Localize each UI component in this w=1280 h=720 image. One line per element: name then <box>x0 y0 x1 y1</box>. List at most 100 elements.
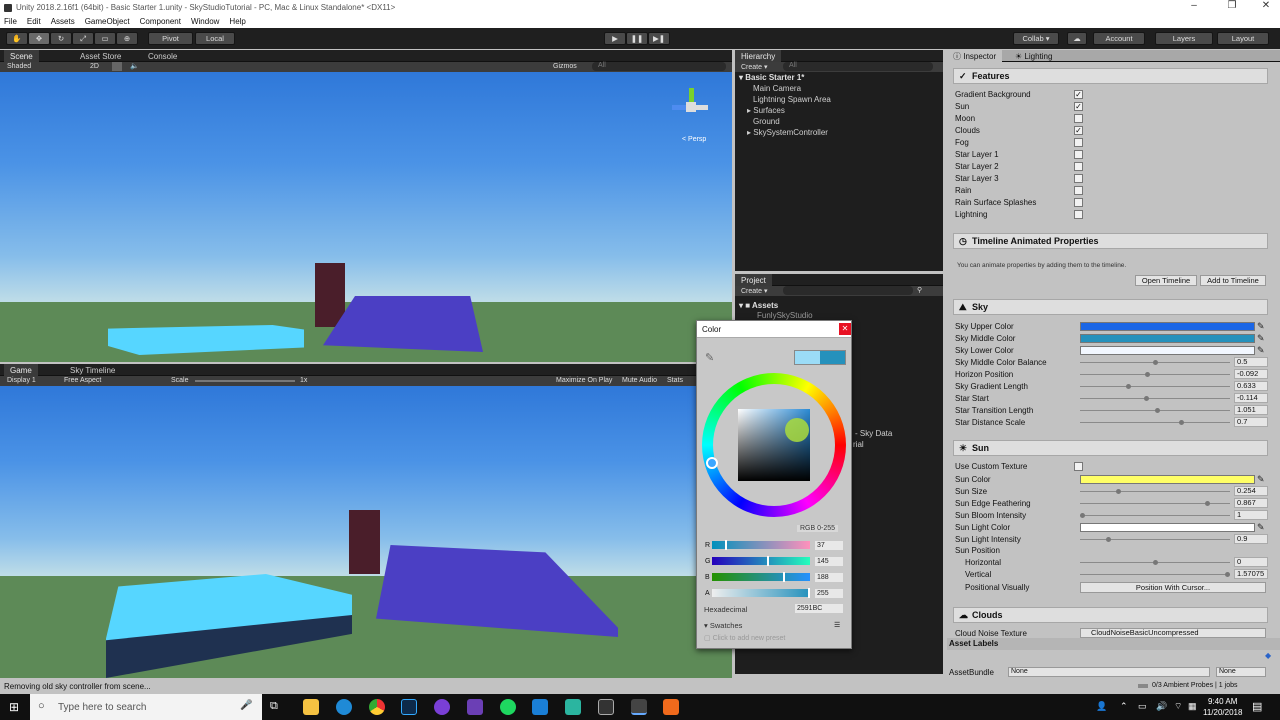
property-value[interactable]: 0.5 <box>1234 357 1268 367</box>
cloud-noise-field[interactable]: CloudNoiseBasicUncompressed <box>1080 628 1266 638</box>
project-item-partial[interactable]: - Sky Data <box>855 429 892 438</box>
menu-component[interactable]: Component <box>140 17 181 26</box>
tab-asset-store[interactable]: Asset Store <box>74 50 127 62</box>
sv-handle[interactable] <box>785 418 809 442</box>
channel-b-slider[interactable] <box>712 572 810 582</box>
menu-window[interactable]: Window <box>191 17 219 26</box>
features-section-header[interactable]: ✓ Features <box>953 68 1268 84</box>
property-slider[interactable] <box>1080 384 1230 389</box>
maximize-on-play-toggle[interactable]: Maximize On Play <box>556 377 612 384</box>
lighting-toggle-icon[interactable] <box>112 62 122 71</box>
scene-search-input[interactable]: All <box>592 62 726 71</box>
project-item-partial[interactable]: rial <box>853 440 864 449</box>
property-value[interactable]: 0.254 <box>1234 486 1268 496</box>
tab-sky-timeline[interactable]: Sky Timeline <box>64 364 121 376</box>
asset-variant-dropdown[interactable]: None <box>1216 667 1266 677</box>
filter-icon[interactable]: ⚲ <box>917 286 922 294</box>
slider-knob[interactable] <box>1225 572 1230 577</box>
property-value[interactable]: 1 <box>1234 510 1268 520</box>
tab-console[interactable]: Console <box>142 50 183 62</box>
visual-studio-icon[interactable] <box>467 699 483 715</box>
position-with-cursor-button[interactable]: Position With Cursor... <box>1080 582 1266 593</box>
slider-knob[interactable] <box>1152 560 1158 565</box>
project-create-dropdown[interactable]: Create ▾ <box>741 287 767 295</box>
project-assets-folder[interactable]: ▾ ■ Assets <box>739 301 778 310</box>
channel-g-value[interactable]: 145 <box>815 557 843 566</box>
scene-view-sky[interactable] <box>0 72 732 302</box>
rotate-tool-icon[interactable]: ↻ <box>50 32 72 45</box>
menu-gameobject[interactable]: GameObject <box>85 17 130 26</box>
microphone-icon[interactable]: 🎤 <box>240 700 252 711</box>
move-tool-icon[interactable]: ✥ <box>28 32 50 45</box>
slider-knob[interactable] <box>1178 420 1184 425</box>
tab-hierarchy[interactable]: Hierarchy <box>735 50 782 62</box>
slider-knob[interactable] <box>1080 513 1085 518</box>
notification-icon[interactable]: ▤ <box>1252 700 1262 713</box>
menu-file[interactable]: File <box>4 17 17 26</box>
eyedropper-icon[interactable]: ✎ <box>705 351 714 364</box>
use-custom-texture-checkbox[interactable] <box>1074 462 1083 471</box>
property-slider[interactable] <box>1080 420 1230 425</box>
hierarchy-item[interactable]: Lightning Spawn Area <box>753 95 831 104</box>
slider-knob[interactable] <box>1152 360 1158 365</box>
asset-bundle-dropdown[interactable]: None <box>1008 667 1210 677</box>
color-picker-close-icon[interactable]: ✕ <box>839 323 851 335</box>
tag-icon[interactable]: ◆ <box>1265 651 1271 660</box>
horizontal-slider[interactable] <box>1080 560 1230 565</box>
minimize-icon[interactable]: – <box>1180 0 1208 11</box>
edge-icon[interactable] <box>336 699 352 715</box>
file-explorer-icon[interactable] <box>303 699 319 715</box>
tab-project[interactable]: Project <box>735 274 772 286</box>
hierarchy-create-dropdown[interactable]: Create ▾ <box>741 63 767 71</box>
task-view-icon[interactable]: ⧉ <box>270 700 278 713</box>
audio-toggle-icon[interactable]: 🔈 <box>130 62 139 70</box>
people-icon[interactable]: 👤 <box>1096 701 1107 712</box>
collab-button[interactable]: Collab ▾ <box>1013 32 1059 45</box>
gizmos-dropdown[interactable]: Gizmos <box>553 63 577 70</box>
slider-knob[interactable] <box>1143 396 1149 401</box>
timeline-section-header[interactable]: ◷ Timeline Animated Properties <box>953 233 1268 249</box>
project-subfolder[interactable]: FunlySkyStudio <box>757 311 813 320</box>
sun-section-header[interactable]: ☀ Sun <box>953 440 1268 456</box>
aspect-dropdown[interactable]: Free Aspect <box>64 377 101 384</box>
taskbar-search-input[interactable]: ○ Type here to search 🎤 <box>30 694 262 720</box>
rect-tool-icon[interactable]: ▭ <box>94 32 116 45</box>
clouds-section-header[interactable]: ☁ Clouds <box>953 607 1268 623</box>
eyedropper-icon[interactable]: ✎ <box>1257 333 1267 343</box>
swatches-menu-icon[interactable]: ☰ <box>834 621 840 629</box>
clock-date[interactable]: 11/20/2018 <box>1203 708 1242 717</box>
channel-r-slider[interactable] <box>712 540 810 550</box>
step-button[interactable]: ▶❚ <box>648 32 670 45</box>
property-slider[interactable] <box>1080 489 1230 494</box>
media-app-icon[interactable] <box>434 699 450 715</box>
eyedropper-icon[interactable]: ✎ <box>1257 345 1267 355</box>
spotify-icon[interactable] <box>500 699 516 715</box>
property-value[interactable]: 0.633 <box>1234 381 1268 391</box>
close-icon[interactable]: ✕ <box>1252 0 1280 11</box>
hierarchy-scene-root[interactable]: ▾ Basic Starter 1* <box>739 73 804 82</box>
unity-editor-icon[interactable] <box>631 699 647 715</box>
open-timeline-button[interactable]: Open Timeline <box>1135 275 1197 286</box>
sun-color-field[interactable] <box>1080 475 1255 484</box>
property-value[interactable]: 0.867 <box>1234 498 1268 508</box>
windows-start-icon[interactable]: ⊞ <box>9 700 19 714</box>
project-search-input[interactable] <box>783 286 913 295</box>
layout-dropdown[interactable]: Layout <box>1217 32 1269 45</box>
eyedropper-icon[interactable]: ✎ <box>1257 474 1267 484</box>
photoshop-icon[interactable] <box>401 699 417 715</box>
scale-tool-icon[interactable]: ⤢ <box>72 32 94 45</box>
network-icon[interactable]: ▭ <box>1138 701 1147 712</box>
channel-g-slider[interactable] <box>712 556 810 566</box>
add-to-timeline-button[interactable]: Add to Timeline <box>1200 275 1266 286</box>
hand-tool-icon[interactable]: ✋ <box>6 32 28 45</box>
slider-knob[interactable] <box>1204 501 1210 506</box>
sky-color-field[interactable] <box>1080 322 1255 331</box>
property-slider[interactable] <box>1080 501 1230 506</box>
wifi-icon[interactable]: ⌔ <box>1174 701 1182 712</box>
2d-toggle[interactable]: 2D <box>90 63 99 70</box>
channel-r-value[interactable]: 37 <box>815 541 843 550</box>
feature-checkbox[interactable]: ✓ <box>1074 126 1083 135</box>
sky-section-header[interactable]: ⛰ Sky <box>953 299 1268 315</box>
pause-button[interactable]: ❚❚ <box>626 32 648 45</box>
hierarchy-item[interactable]: Main Camera <box>753 84 801 93</box>
